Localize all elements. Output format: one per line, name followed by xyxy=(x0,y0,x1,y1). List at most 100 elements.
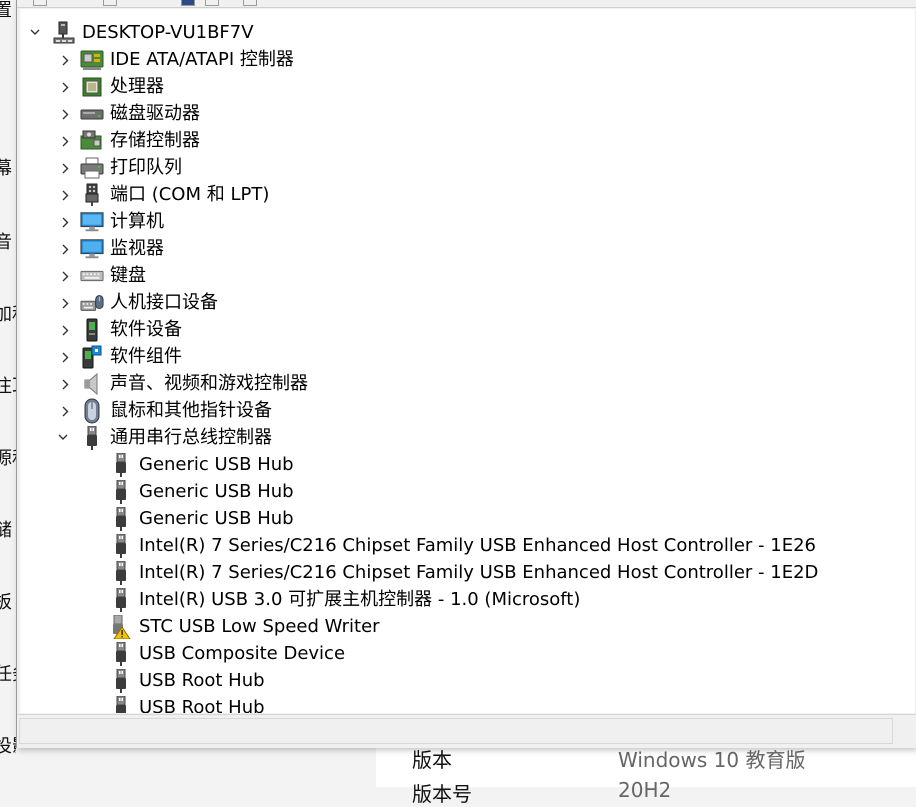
chevron-right-icon[interactable] xyxy=(60,161,70,175)
usb-device-label: STC USB Low Speed Writer xyxy=(139,616,380,637)
usb-device-item[interactable]: Generic USB Hub xyxy=(20,478,294,505)
status-bar xyxy=(17,714,916,748)
tree-category[interactable]: 处理器 xyxy=(20,73,164,100)
tree-category[interactable]: 软件组件 xyxy=(20,343,182,370)
tree-category[interactable]: 计算机 xyxy=(20,208,164,235)
usb-device-item[interactable]: STC USB Low Speed Writer xyxy=(20,613,380,640)
chevron-right-icon[interactable] xyxy=(60,188,70,202)
storage-controller-icon xyxy=(80,129,104,153)
chevron-down-icon[interactable] xyxy=(30,25,40,39)
category-label: 声音、视频和游戏控制器 xyxy=(110,373,308,394)
category-label: 打印队列 xyxy=(110,157,182,178)
category-label: 端口 (COM 和 LPT) xyxy=(110,184,270,205)
background-text-fragment: 投影此电脑 xyxy=(0,736,16,757)
toolbar-view-button[interactable] xyxy=(103,0,117,6)
port-icon xyxy=(80,183,104,207)
usb-plug-icon xyxy=(109,560,133,585)
chevron-right-icon[interactable] xyxy=(60,134,70,148)
processor-icon xyxy=(80,75,104,99)
category-label: IDE ATA/ATAPI 控制器 xyxy=(110,49,294,70)
info-key-version: 版本号 xyxy=(412,782,472,806)
category-label: 监视器 xyxy=(110,238,164,259)
toolbar-scan-button[interactable] xyxy=(243,0,257,6)
info-key-edition: 版本 xyxy=(412,748,452,772)
background-text-fragment: 注耳 xyxy=(0,376,16,397)
chevron-right-icon[interactable] xyxy=(60,107,70,121)
printer-icon xyxy=(80,156,104,180)
chevron-right-icon[interactable] xyxy=(60,377,70,391)
usb-device-label: Generic USB Hub xyxy=(139,454,294,475)
tree-category-usb[interactable]: 通用串行总线控制器 xyxy=(20,424,272,451)
usb-device-item[interactable]: Intel(R) USB 3.0 可扩展主机控制器 - 1.0 (Microso… xyxy=(20,586,580,613)
category-label: 磁盘驱动器 xyxy=(110,103,200,124)
usb-plug-icon xyxy=(109,587,133,612)
background-text-fragment: 置 xyxy=(0,0,12,21)
chevron-right-icon[interactable] xyxy=(60,404,70,418)
tree-category[interactable]: 鼠标和其他指针设备 xyxy=(20,397,272,424)
chevron-right-icon[interactable] xyxy=(60,80,70,94)
tree-category[interactable]: 人机接口设备 xyxy=(20,289,218,316)
usb-icon xyxy=(80,425,104,450)
category-label: 软件设备 xyxy=(110,319,182,340)
usb-plug-icon xyxy=(109,641,133,666)
tree-category[interactable]: 打印队列 xyxy=(20,154,182,181)
usb-warning-icon xyxy=(109,614,133,639)
chevron-right-icon[interactable] xyxy=(60,242,70,256)
device-manager-window: DESKTOP-VU1BF7V IDE ATA/ATAPI 控制器 处理器磁盘驱动… xyxy=(16,0,916,748)
tree-category[interactable]: IDE ATA/ATAPI 控制器 xyxy=(20,46,294,73)
usb-device-item[interactable]: Intel(R) 7 Series/C216 Chipset Family US… xyxy=(20,559,818,586)
tree-category[interactable]: 键盘 xyxy=(20,262,146,289)
usb-device-label: Generic USB Hub xyxy=(139,508,294,529)
usb-device-item[interactable]: USB Root Hub xyxy=(20,667,265,694)
ide-controller-icon xyxy=(80,48,104,72)
category-label: 处理器 xyxy=(110,76,164,97)
mouse-icon xyxy=(80,398,104,423)
usb-device-item[interactable]: USB Composite Device xyxy=(20,640,345,667)
chevron-right-icon[interactable] xyxy=(60,53,70,67)
chevron-down-icon[interactable] xyxy=(58,430,68,444)
tree-category[interactable]: 监视器 xyxy=(20,235,164,262)
usb-device-label: Generic USB Hub xyxy=(139,481,294,502)
category-label: 存储控制器 xyxy=(110,130,200,151)
toolbar-back-button[interactable] xyxy=(33,0,47,6)
monitor-icon xyxy=(80,237,104,261)
computer-network-icon xyxy=(52,21,76,45)
toolbar-properties-button[interactable] xyxy=(181,0,195,6)
disk-drive-icon xyxy=(80,102,104,126)
tree-root-computer[interactable]: DESKTOP-VU1BF7V xyxy=(20,19,254,46)
usb-device-item[interactable]: Generic USB Hub xyxy=(20,505,294,532)
chevron-right-icon[interactable] xyxy=(60,269,70,283)
tree-category[interactable]: 磁盘驱动器 xyxy=(20,100,200,127)
usb-device-item[interactable]: Intel(R) 7 Series/C216 Chipset Family US… xyxy=(20,532,816,559)
usb-plug-icon xyxy=(109,668,133,693)
background-text-fragment: 储 xyxy=(0,520,12,541)
chevron-right-icon[interactable] xyxy=(60,296,70,310)
tree-category[interactable]: 软件设备 xyxy=(20,316,182,343)
chevron-right-icon[interactable] xyxy=(60,350,70,364)
usb-device-item[interactable]: Generic USB Hub xyxy=(20,451,294,478)
tree-category[interactable]: 端口 (COM 和 LPT) xyxy=(20,181,269,208)
info-value-version: 20H2 xyxy=(618,778,672,802)
usb-plug-icon xyxy=(109,695,133,713)
background-text-fragment: 源和 xyxy=(0,448,16,469)
background-text-fragment: 加和 xyxy=(0,304,16,325)
toolbar-update-button[interactable] xyxy=(205,0,219,6)
tree-category[interactable]: 声音、视频和游戏控制器 xyxy=(20,370,308,397)
category-label: 计算机 xyxy=(110,211,164,232)
usb-plug-icon xyxy=(109,533,133,558)
usb-device-label: Intel(R) 7 Series/C216 Chipset Family US… xyxy=(139,535,816,556)
usb-device-label: USB Root Hub xyxy=(139,697,265,713)
chevron-right-icon[interactable] xyxy=(60,215,70,229)
usb-plug-icon xyxy=(109,452,133,477)
usb-device-label: Intel(R) USB 3.0 可扩展主机控制器 - 1.0 (Microso… xyxy=(139,589,581,610)
tree-category[interactable]: 存储控制器 xyxy=(20,127,200,154)
background-text-fragment: 任务 xyxy=(0,664,16,685)
category-label: 鼠标和其他指针设备 xyxy=(110,400,272,421)
software-component-icon xyxy=(80,345,104,369)
usb-plug-icon xyxy=(109,479,133,504)
status-bar-segment xyxy=(19,718,893,744)
chevron-right-icon[interactable] xyxy=(60,323,70,337)
device-tree[interactable]: DESKTOP-VU1BF7V IDE ATA/ATAPI 控制器 处理器磁盘驱动… xyxy=(20,9,916,713)
category-label: 键盘 xyxy=(110,265,146,286)
usb-device-item[interactable]: USB Root Hub xyxy=(20,694,265,713)
